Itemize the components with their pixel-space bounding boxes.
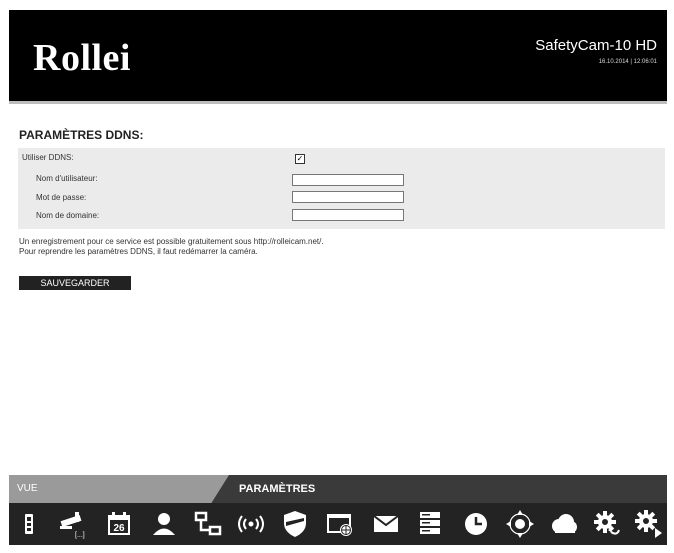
settings-panel: PARAMÈTRES DDNS: Utiliser DDNS: ✓ Nom d'… (9, 104, 667, 475)
tab-view[interactable]: VUE (9, 475, 229, 503)
user-icon[interactable] (148, 508, 180, 540)
registration-note: Un enregistrement pour ce service est po… (19, 237, 324, 246)
brand-logo: Rollei (33, 37, 131, 79)
product-name: SafetyCam-10 HD (535, 37, 657, 54)
main-tabs: VUE PARAMÈTRES (9, 475, 667, 503)
svg-text:26: 26 (113, 523, 125, 534)
settings-toolbar: [...] 26 (9, 503, 667, 545)
page-title: PARAMÈTRES DDNS: (19, 128, 144, 142)
web-browser-icon[interactable] (324, 508, 356, 540)
calendar-icon[interactable]: 26 (103, 508, 135, 540)
app-window: Rollei SafetyCam-10 HD 16.10.2014 | 12:0… (0, 0, 674, 553)
ddns-form: Utiliser DDNS: ✓ Nom d'utilisateur: Mot … (18, 148, 665, 229)
mail-icon[interactable] (370, 508, 402, 540)
ptz-icon[interactable] (504, 508, 536, 540)
save-button[interactable]: SAUVEGARDER (19, 276, 131, 290)
domain-label: Nom de domaine: (36, 211, 100, 220)
password-label: Mot de passe: (36, 193, 87, 202)
settings-restore-icon[interactable] (591, 508, 623, 540)
cloud-icon[interactable] (547, 508, 579, 540)
tab-settings[interactable]: PARAMÈTRES (239, 475, 315, 503)
device-info-icon[interactable] (13, 508, 45, 540)
time-icon[interactable] (460, 508, 492, 540)
use-ddns-label: Utiliser DDNS: (22, 153, 74, 162)
camera-settings-icon[interactable]: [...] (57, 508, 89, 540)
network-icon[interactable] (192, 508, 224, 540)
use-ddns-checkbox[interactable]: ✓ (295, 154, 305, 164)
restart-note: Pour reprendre les paramètres DDNS, il f… (19, 247, 258, 256)
domain-input[interactable] (292, 209, 404, 221)
storage-icon[interactable] (414, 508, 446, 540)
svg-text:[...]: [...] (75, 532, 85, 539)
username-input[interactable] (292, 174, 404, 186)
date-time: 16.10.2014 | 12:06:01 (598, 59, 657, 65)
username-label: Nom d'utilisateur: (36, 174, 98, 183)
security-icon[interactable] (279, 508, 311, 540)
wireless-icon[interactable] (235, 508, 267, 540)
password-input[interactable] (292, 191, 404, 203)
header-bar: Rollei SafetyCam-10 HD 16.10.2014 | 12:0… (9, 10, 667, 101)
settings-next-icon[interactable] (633, 508, 665, 540)
